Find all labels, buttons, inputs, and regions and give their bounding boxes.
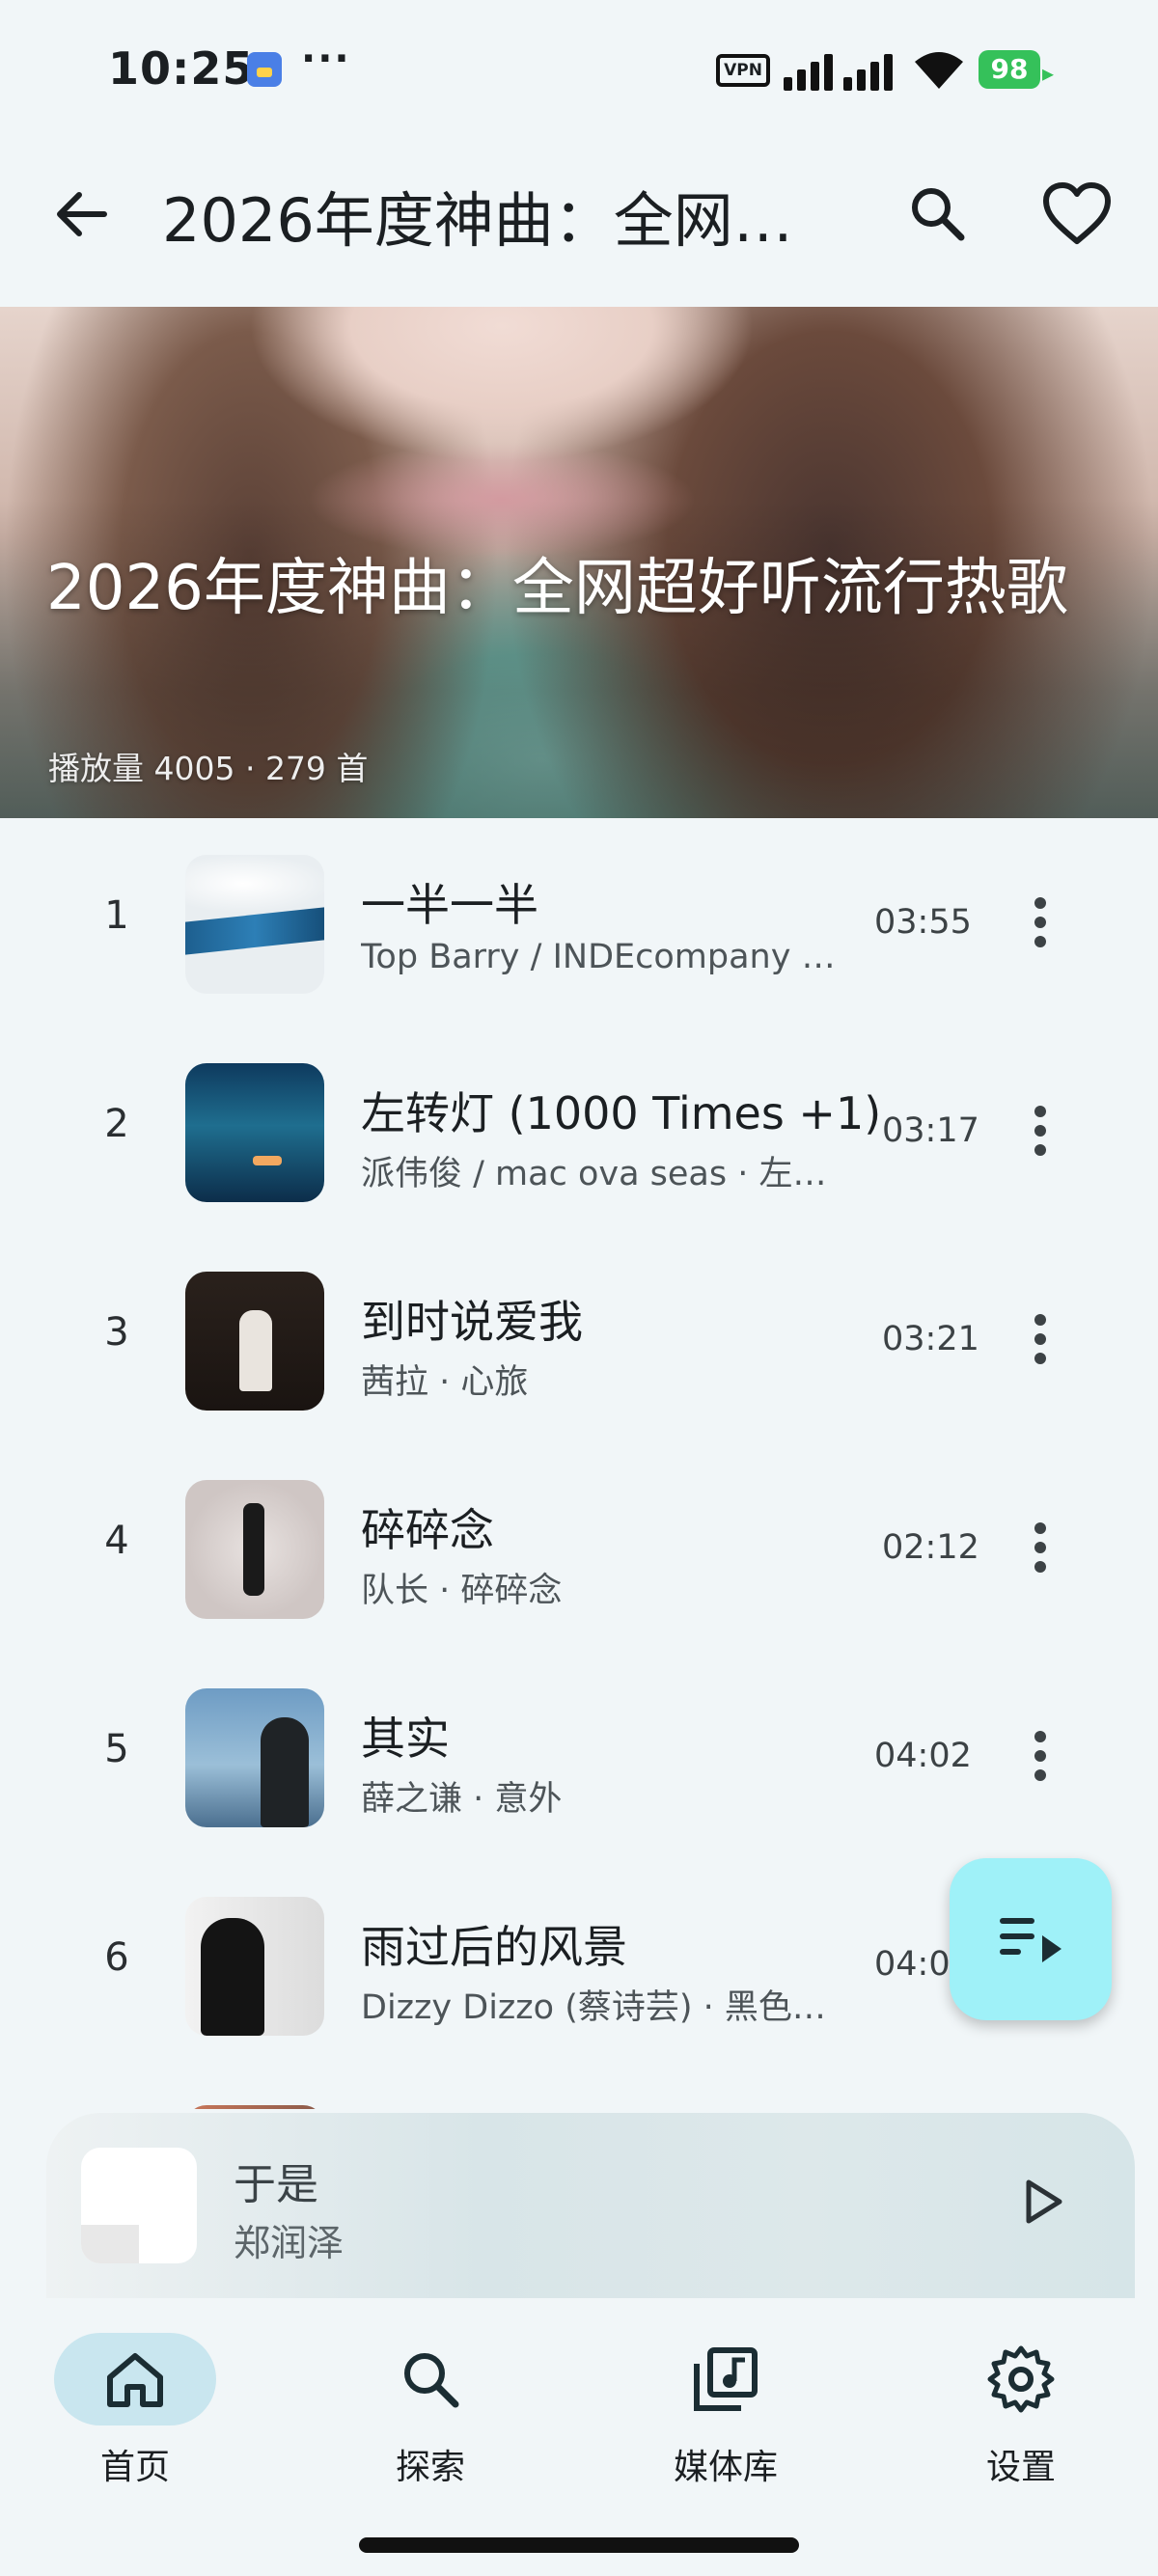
playlist-meta: 播放量 4005 · 279 首 <box>48 750 369 787</box>
app-notification-icon <box>247 52 282 87</box>
album-cover <box>185 1688 324 1827</box>
cover-art-detail <box>243 1503 264 1596</box>
signal-strength-icon <box>784 54 893 91</box>
song-row[interactable]: 5 其实 薛之谦 · 意外 04:02 <box>0 1654 1158 1862</box>
library-music-icon <box>694 2347 758 2411</box>
album-cover <box>185 1897 324 2036</box>
nav-label-library: 媒体库 <box>673 2448 778 2487</box>
more-options-icon[interactable] <box>1021 1515 1060 1584</box>
song-row[interactable]: 3 到时说爱我 茜拉 · 心旅 03:21 <box>0 1237 1158 1445</box>
album-cover <box>185 2105 324 2109</box>
more-notifications-indicator: ··· <box>301 37 351 81</box>
song-index: 4 <box>104 1519 129 1563</box>
home-icon <box>107 2353 163 2407</box>
song-artist-album: 派伟俊 / mac ova seas · 左… <box>361 1155 827 1193</box>
song-title: 一半一半 <box>361 879 538 931</box>
cover-art-detail <box>239 1310 272 1391</box>
song-title: 左转灯 (1000 Times +1) <box>361 1087 882 1139</box>
song-row[interactable]: 4 碎碎念 队长 · 碎碎念 02:12 <box>0 1445 1158 1654</box>
more-options-icon[interactable] <box>1021 1723 1060 1793</box>
favorite-heart-icon[interactable] <box>1042 181 1112 247</box>
song-title: 碎碎念 <box>361 1504 494 1556</box>
song-duration: 03:21 <box>882 1320 979 1358</box>
song-artist-album: 队长 · 碎碎念 <box>361 1572 563 1610</box>
mini-player-cover <box>81 2148 197 2263</box>
album-cover <box>185 1063 324 1202</box>
song-artist-album: 茜拉 · 心旅 <box>361 1363 529 1402</box>
top-app-bar: 2026年度神曲：全网… <box>0 135 1158 307</box>
song-artist-album: 薛之谦 · 意外 <box>361 1780 563 1819</box>
status-time: 10:25 <box>108 42 255 95</box>
song-title: 其实 <box>361 1713 450 1765</box>
song-row[interactable]: 2 左转灯 (1000 Times +1) 派伟俊 / mac ova seas… <box>0 1028 1158 1237</box>
nav-item-settings[interactable]: 设置 <box>924 2333 1117 2497</box>
song-row-partial <box>0 2070 1158 2109</box>
song-duration: 02:12 <box>882 1528 979 1567</box>
more-options-icon[interactable] <box>1021 890 1060 959</box>
cover-art-detail <box>185 907 324 955</box>
status-bar: 10:25 ··· VPN 98 ▸ <box>0 0 1158 135</box>
album-cover <box>185 1480 324 1619</box>
mini-player-title: 于是 <box>234 2160 318 2209</box>
gear-icon <box>987 2345 1055 2413</box>
song-index: 6 <box>104 1935 129 1980</box>
cover-art-detail <box>81 2225 139 2263</box>
song-row[interactable]: 1 一半一半 Top Barry / INDEcompany … 03:55 <box>0 820 1158 1028</box>
nav-label-explore: 探索 <box>395 2448 465 2487</box>
wifi-icon <box>915 52 963 89</box>
bottom-navigation: 首页 探索 媒体库 设置 <box>0 2298 1158 2576</box>
album-cover <box>185 1272 324 1411</box>
page-title: 2026年度神曲：全网… <box>162 185 793 256</box>
more-options-icon[interactable] <box>1021 1098 1060 1167</box>
mini-player[interactable]: 于是 郑润泽 <box>46 2113 1135 2298</box>
song-index: 5 <box>104 1727 129 1771</box>
nav-item-home[interactable]: 首页 <box>39 2333 232 2497</box>
playlist-hero-banner: 2026年度神曲：全网超好听流行热歌 播放量 4005 · 279 首 <box>0 307 1158 818</box>
play-icon[interactable] <box>1013 2173 1071 2231</box>
queue-fab-button[interactable] <box>950 1858 1112 2020</box>
queue-music-icon <box>1000 1918 1062 1962</box>
search-icon <box>404 2353 459 2408</box>
playlist-title: 2026年度神曲：全网超好听流行热歌 <box>46 553 1068 624</box>
vpn-icon: VPN <box>716 54 770 87</box>
song-duration: 04:0 <box>874 1945 951 1984</box>
song-duration: 03:55 <box>874 903 972 942</box>
nav-label-home: 首页 <box>99 2448 170 2487</box>
song-duration: 04:02 <box>874 1737 972 1775</box>
song-artist-album: Top Barry / INDEcompany … <box>361 938 836 976</box>
back-arrow-icon[interactable] <box>50 183 112 245</box>
song-title: 雨过后的风景 <box>361 1921 627 1973</box>
song-artist-album: Dizzy Dizzo (蔡诗芸) · 黑色… <box>361 1988 826 2027</box>
cover-art-detail <box>253 1156 282 1165</box>
song-index: 2 <box>104 1102 129 1146</box>
nav-item-explore[interactable]: 探索 <box>334 2333 527 2497</box>
song-index: 3 <box>104 1310 129 1355</box>
battery-charging-icon: ▸ <box>1042 60 1055 87</box>
album-cover <box>185 855 324 994</box>
song-duration: 03:17 <box>882 1111 979 1150</box>
search-icon[interactable] <box>905 181 971 247</box>
gesture-home-indicator[interactable] <box>359 2537 799 2553</box>
cover-art-detail <box>261 1717 309 1827</box>
mini-player-artist: 郑润泽 <box>234 2222 345 2264</box>
battery-indicator: 98 <box>979 50 1040 89</box>
cover-art-detail <box>201 1918 264 2036</box>
more-options-icon[interactable] <box>1021 1306 1060 1376</box>
nav-item-library[interactable]: 媒体库 <box>629 2333 822 2497</box>
nav-label-settings: 设置 <box>985 2448 1056 2487</box>
song-title: 到时说爱我 <box>361 1296 583 1348</box>
song-index: 1 <box>104 893 129 938</box>
